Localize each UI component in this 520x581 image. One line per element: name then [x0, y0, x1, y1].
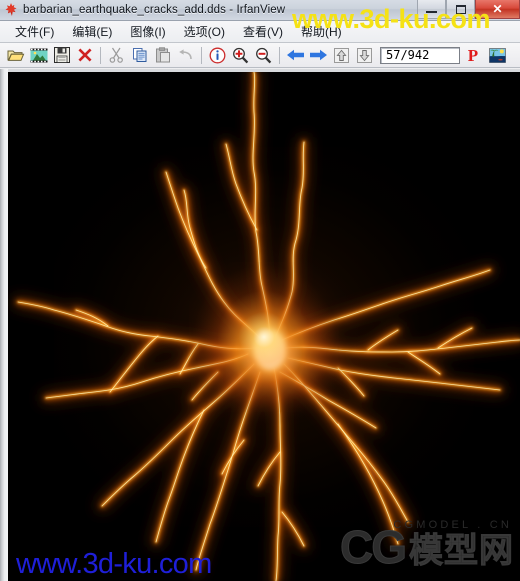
toolbar: 57/942 P [0, 43, 520, 68]
paste-icon [155, 47, 170, 63]
menu-bar: 文件(F) 编辑(E) 图像(I) 选项(O) 查看(V) 帮助(H) [0, 21, 520, 43]
window-controls: ✕ [417, 0, 520, 20]
first-button[interactable] [330, 45, 353, 66]
previous-button[interactable] [284, 45, 307, 66]
minimize-icon [426, 11, 437, 13]
maximize-button[interactable] [446, 0, 475, 19]
open-folder-button[interactable] [4, 45, 27, 66]
zoom-out-button[interactable] [252, 45, 275, 66]
next-icon [310, 49, 327, 61]
previous-icon [287, 49, 304, 61]
irfanview-leaf-icon [3, 2, 19, 18]
thumbnails-button[interactable] [27, 45, 50, 66]
close-button[interactable]: ✕ [475, 0, 520, 19]
menu-view[interactable]: 查看(V) [234, 21, 292, 43]
thumbnails-icon [30, 48, 47, 62]
zoom-in-icon [233, 47, 249, 63]
window-title: barbarian_earthquake_cracks_add.dds - Ir… [23, 4, 286, 16]
toolbar-separator [100, 46, 101, 64]
irfanview-window: barbarian_earthquake_cracks_add.dds - Ir… [0, 0, 520, 581]
next-button[interactable] [307, 45, 330, 66]
last-icon [357, 47, 372, 63]
delete-icon [77, 48, 92, 62]
toolbar-separator [201, 46, 202, 64]
slideshow-button[interactable] [486, 45, 509, 66]
menu-file[interactable]: 文件(F) [6, 21, 63, 43]
last-button[interactable] [353, 45, 376, 66]
slideshow-icon [489, 47, 506, 63]
cut-button[interactable] [105, 45, 128, 66]
print-button[interactable]: P [460, 45, 486, 66]
first-icon [334, 47, 349, 63]
open-folder-icon [7, 50, 24, 61]
undo-icon [178, 49, 192, 60]
menu-edit[interactable]: 编辑(E) [63, 21, 121, 43]
copy-button[interactable] [128, 45, 151, 66]
client-left-bevel [0, 69, 8, 581]
zoom-in-button[interactable] [229, 45, 252, 66]
cut-icon [109, 47, 123, 63]
menu-options[interactable]: 选项(O) [175, 21, 234, 43]
title-bar: barbarian_earthquake_cracks_add.dds - Ir… [0, 0, 520, 21]
info-button[interactable] [206, 45, 229, 66]
save-button[interactable] [50, 45, 73, 66]
maximize-icon [455, 4, 466, 14]
paste-button[interactable] [151, 45, 174, 66]
undo-button[interactable] [174, 45, 197, 66]
print-icon: P [467, 45, 479, 65]
image-client-area: CGMODEL . CN CG 模型网 www.3d-ku.com [0, 69, 520, 581]
earthquake-cracks-artwork [8, 72, 520, 581]
image-counter-input[interactable]: 57/942 [380, 46, 460, 64]
copy-icon [132, 48, 146, 62]
zoom-out-icon [256, 47, 272, 63]
image-canvas[interactable]: CGMODEL . CN CG 模型网 www.3d-ku.com [8, 72, 520, 581]
save-icon [53, 47, 70, 63]
minimize-button[interactable] [417, 0, 446, 19]
menu-image[interactable]: 图像(I) [121, 21, 174, 43]
menu-help[interactable]: 帮助(H) [292, 21, 351, 43]
delete-button[interactable] [73, 45, 96, 66]
info-icon [209, 47, 226, 63]
toolbar-separator [279, 46, 280, 64]
